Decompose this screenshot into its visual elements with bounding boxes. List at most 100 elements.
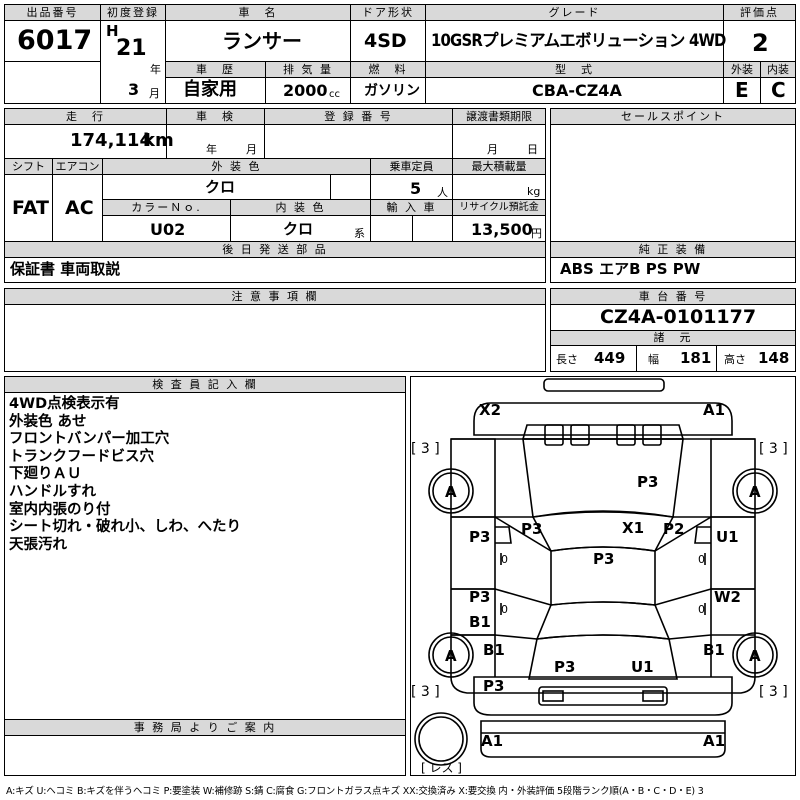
wheel-fr: A bbox=[749, 483, 761, 501]
remark-line: シート切れ・破れ小、しわ、へたり bbox=[9, 519, 241, 536]
length-label: 長さ bbox=[556, 353, 578, 366]
mark-rear-a1-left: A1 bbox=[481, 732, 504, 750]
recycle-header: リサイクル預託金 bbox=[453, 200, 545, 216]
transfer-header: 譲渡書類期限 bbox=[453, 109, 545, 125]
remark-line: 4WD点検表示有 bbox=[9, 396, 120, 412]
month-unit: 月 bbox=[149, 87, 160, 100]
capacity: 5 bbox=[410, 179, 422, 198]
frame-number: CZ4A-0101177 bbox=[600, 306, 757, 328]
doors-header: ドア形状 bbox=[351, 5, 425, 21]
shift-header: シフト bbox=[5, 159, 52, 175]
legend: A:キズ U:ヘコミ B:キズを伴うヘコミ P:要塗装 W:補修跡 S:錆 C:… bbox=[6, 786, 704, 797]
remark-line: 室内内張のり付 bbox=[9, 501, 111, 518]
frame-header: 車 台 番 号 bbox=[551, 289, 795, 305]
mark-door-rl-b1: B1 bbox=[469, 613, 491, 631]
sales-header: セールスポイント bbox=[551, 109, 795, 125]
mark-door-rr: W2 bbox=[714, 588, 741, 606]
remark-line: 下廻りＡＵ bbox=[9, 466, 82, 483]
car-name: ランサー bbox=[222, 29, 302, 53]
mark-fender-right: P2 bbox=[663, 520, 685, 538]
tire-depth-fl: [ 3 ] bbox=[411, 441, 440, 457]
width: 181 bbox=[680, 349, 712, 367]
height-label: 高さ bbox=[724, 353, 746, 366]
mark-a1-front: A1 bbox=[703, 401, 726, 419]
inspection-month-unit: 月 bbox=[246, 143, 257, 156]
interior-unit: 系 bbox=[354, 227, 365, 240]
recycle-unit: 円 bbox=[531, 227, 542, 240]
lot-number: 6017 bbox=[17, 25, 93, 56]
capacity-unit: 人 bbox=[437, 186, 448, 199]
score: 2 bbox=[752, 29, 769, 57]
notes-header: 注 意 事 項 欄 bbox=[5, 289, 545, 305]
import-header: 輸 入 車 bbox=[371, 200, 452, 216]
height: 148 bbox=[758, 349, 790, 367]
mileage: 174,114 bbox=[70, 130, 152, 151]
mark-trunk-u1: U1 bbox=[631, 658, 654, 676]
tire-depth-rl: [ 3 ] bbox=[411, 684, 440, 700]
displacement-header: 排 気 量 bbox=[266, 62, 350, 78]
year-unit: 年 bbox=[150, 63, 161, 76]
mark-rear-left: P3 bbox=[483, 677, 505, 695]
car-diagram: X2 A1 [ 3 ] [ 3 ] [ 3 ] [ 3 ] A A A A P3… bbox=[410, 376, 796, 776]
grade: 10GSRプレミアムエボリューション 4WD bbox=[431, 31, 726, 50]
ext-header: 外装 bbox=[724, 62, 760, 78]
wheel-rl: A bbox=[445, 647, 457, 665]
history: 自家用 bbox=[183, 79, 237, 100]
capacity-header: 乗車定員 bbox=[371, 159, 452, 175]
equipment: ABS エアB PS PW bbox=[560, 260, 701, 278]
color-number: U02 bbox=[150, 220, 186, 239]
docs-header: 後 日 発 送 部 品 bbox=[5, 242, 545, 258]
reg-number-header: 登 録 番 号 bbox=[265, 109, 452, 125]
mark-x2: X2 bbox=[479, 401, 502, 419]
mileage-header: 走 行 bbox=[5, 109, 166, 125]
inspection-header: 車 検 bbox=[167, 109, 264, 125]
equip-header: 純 正 装 備 bbox=[551, 242, 795, 258]
interior-color: クロ bbox=[283, 220, 314, 238]
reg-year: 21 bbox=[116, 36, 147, 61]
zero-mark: 0 bbox=[501, 553, 508, 566]
shift: FAT bbox=[12, 197, 49, 219]
width-label: 幅 bbox=[648, 353, 659, 366]
ac-header: エアコン bbox=[53, 159, 102, 175]
mark-x1: X1 bbox=[622, 519, 645, 537]
zero-mark: 0 bbox=[501, 603, 508, 616]
load-header: 最大積載量 bbox=[453, 159, 545, 175]
spare-tire: [ レス ] bbox=[421, 761, 462, 775]
score-header: 評価点 bbox=[724, 5, 795, 21]
wheel-rr: A bbox=[749, 647, 761, 665]
interior-header: 内 装 色 bbox=[231, 200, 370, 216]
grade-header: グレード bbox=[426, 5, 723, 21]
ext-grade: E bbox=[735, 78, 749, 102]
reg-month: 3 bbox=[128, 80, 140, 99]
inspector-header: 検 査 員 記 入 欄 bbox=[5, 377, 405, 393]
displacement: 2000 bbox=[283, 81, 328, 100]
inspection-year-unit: 年 bbox=[206, 143, 217, 156]
mark-door-fl: P3 bbox=[469, 528, 491, 546]
ac: AC bbox=[65, 197, 94, 219]
remark-line: トランクフードビス穴 bbox=[9, 448, 154, 465]
colorno-header: カラーＮｏ. bbox=[103, 200, 230, 216]
transfer-day-unit: 日 bbox=[527, 143, 538, 156]
lot-header: 出品番号 bbox=[5, 5, 100, 21]
transfer-month-unit: 月 bbox=[487, 143, 498, 156]
mark-door-fr: U1 bbox=[716, 528, 739, 546]
int-header: 内装 bbox=[761, 62, 795, 78]
fuel-header: 燃 料 bbox=[351, 62, 425, 78]
name-header: 車 名 bbox=[166, 5, 350, 21]
wheel-fl: A bbox=[445, 483, 457, 501]
inspector-remarks: 4WD点検表示有 外装色 あせ フロントバンパー加工穴 トランクフードビス穴 下… bbox=[9, 396, 399, 554]
mark-quarter-right: B1 bbox=[703, 641, 725, 659]
docs: 保証書 車両取説 bbox=[10, 260, 121, 278]
history-header: 車 歴 bbox=[166, 62, 265, 78]
remark-line: フロントバンパー加工穴 bbox=[9, 431, 170, 448]
int-grade: C bbox=[771, 78, 786, 102]
fuel: ガソリン bbox=[364, 83, 420, 99]
color-header: 外 装 色 bbox=[103, 159, 370, 175]
office-header: 事 務 局 よ り ご 案 内 bbox=[5, 720, 405, 736]
displacement-unit: cc bbox=[329, 89, 340, 100]
zero-mark: 0 bbox=[698, 603, 705, 616]
model-code: CBA-CZ4A bbox=[532, 81, 622, 100]
remark-line: ハンドルすれ bbox=[9, 483, 96, 500]
remark-line: 外装色 あせ bbox=[9, 413, 87, 430]
mileage-unit: km bbox=[143, 130, 174, 151]
